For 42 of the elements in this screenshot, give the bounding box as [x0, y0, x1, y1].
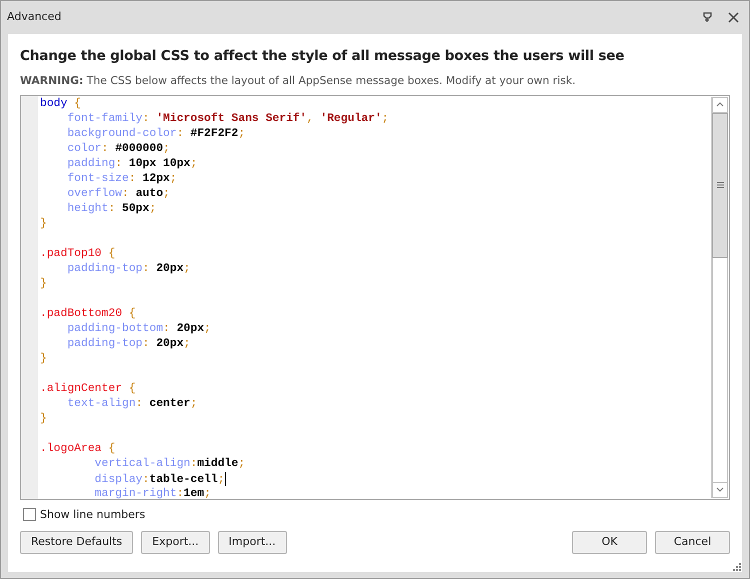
code-line: vertical-align:middle; — [94, 456, 246, 472]
code-line: } — [40, 352, 47, 367]
code-line: margin-right:1em; — [94, 486, 211, 499]
code-line: text-align: center; — [66, 396, 198, 412]
code-line: } — [40, 276, 47, 292]
close-icon[interactable] — [728, 12, 739, 23]
code-line: .logoArea { — [40, 442, 116, 457]
code-line: .padBottom20 { — [40, 306, 136, 322]
code-line: padding-top: 20px; — [66, 262, 190, 277]
pin-icon[interactable] — [703, 12, 712, 23]
code-line: padding: 10px 10px; — [66, 156, 198, 172]
dialog-button[interactable]: Cancel — [655, 531, 730, 554]
dialog-button[interactable]: Restore Defaults — [20, 531, 134, 554]
code-line: display:table-cell; — [94, 472, 226, 487]
code-line: } — [40, 412, 47, 427]
dialog-button[interactable]: Import... — [218, 531, 287, 554]
chevron-down-icon — [716, 487, 724, 492]
code-line: font-family: 'Microsoft Sans Serif', 'Regular'; — [66, 112, 389, 127]
scrollbar-thumb[interactable] — [712, 112, 728, 258]
code-line: height: 50px; — [66, 202, 156, 217]
chevron-up-icon — [716, 102, 724, 108]
code-line: body { — [40, 96, 82, 112]
code-line: overflow: auto; — [66, 186, 170, 202]
scroll-down-button[interactable] — [712, 482, 728, 498]
checkbox-label[interactable]: Show line numbers — [40, 506, 146, 524]
code-line: font-size: 12px; — [66, 172, 177, 187]
scroll-up-button[interactable] — [712, 96, 728, 113]
code-line: color: #000000; — [66, 142, 170, 157]
warning-text: WARNING: The CSS below affects the layout of all AppSense message boxes. Modify at your own risk. — [20, 73, 577, 90]
code-line: background-color: #F2F2F2; — [66, 126, 246, 142]
code-line: padding-bottom: 20px; — [66, 322, 211, 337]
css-editor[interactable] — [20, 94, 730, 500]
code-line: .alignCenter { — [40, 382, 136, 397]
code-line: } — [40, 216, 47, 232]
resize-grip-icon[interactable] — [732, 562, 741, 571]
checkbox[interactable] — [23, 508, 36, 522]
dialog-button[interactable]: Export... — [141, 531, 210, 554]
dialog-button[interactable]: OK — [572, 531, 647, 554]
window-title: Advanced — [7, 9, 62, 26]
dialog-heading: Change the global CSS to affect the style of all message boxes the users will see — [20, 47, 626, 66]
code-line: padding-top: 20px; — [66, 336, 190, 352]
code-line: .padTop10 { — [40, 246, 116, 262]
